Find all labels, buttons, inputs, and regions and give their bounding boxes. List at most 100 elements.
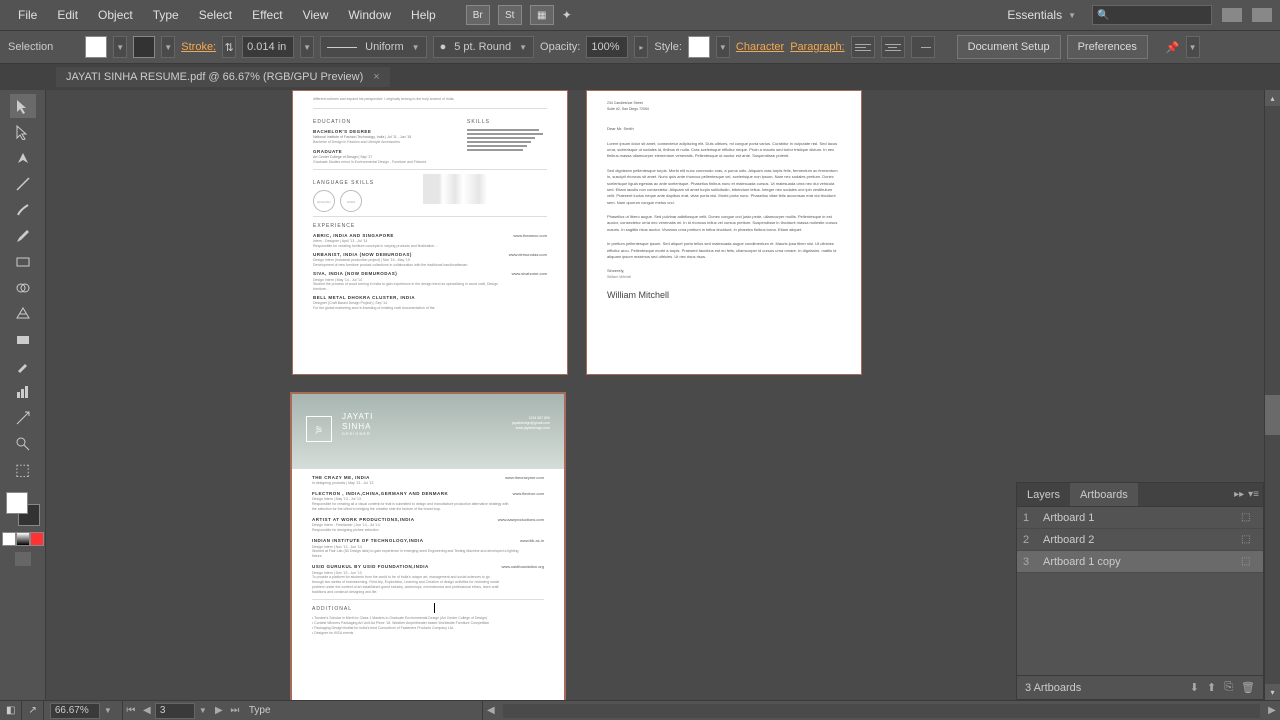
scroll-up-icon[interactable]: ▴ [1265,90,1280,106]
rectangle-tool[interactable] [10,250,36,274]
collapse-icon[interactable]: ▸▸ [1234,489,1244,500]
menu-file[interactable]: File [8,8,47,22]
delete-artboard-icon[interactable]: 🗑 [1241,681,1255,694]
menu-edit[interactable]: Edit [47,8,88,22]
stroke-dropdown[interactable]: ▼ [161,36,175,58]
hand-tool[interactable]: ⬚ [10,458,36,482]
align-left-button[interactable] [851,36,875,58]
pen-tool[interactable] [10,146,36,170]
artboard-row-1[interactable]: 1 Artboard 1 ⬚ [1017,507,1263,529]
artboard-2[interactable]: 234 Candleshoe StreetSuite #2, San Diego… [586,90,862,375]
menu-type[interactable]: Type [143,8,189,22]
graph-tool[interactable] [10,380,36,404]
menu-object[interactable]: Object [88,8,143,22]
artboard-options-icon[interactable]: ⬚ [1241,556,1257,567]
artboard-3[interactable]: ʃs JAYATI SINHA DESIGNER 1234 567 890jay… [290,392,566,700]
gradient-mode-icon[interactable] [16,532,30,546]
style-swatch[interactable] [688,36,710,58]
panel-menu-icon[interactable]: ▾≡ [1248,489,1259,500]
gpu-icon[interactable]: ✦ [562,8,572,22]
fill-dropdown[interactable]: ▼ [113,36,127,58]
export-icon[interactable]: ↗ [22,701,43,720]
paragraph-link[interactable]: Paragraph: [790,41,844,53]
fill-swatch[interactable] [85,36,107,58]
workspace-dropdown[interactable]: Essentials ▼ [999,8,1084,22]
prev-artboard-button[interactable]: ◀ [139,705,155,716]
menu-window[interactable]: Window [338,8,401,22]
close-tab-icon[interactable]: × [373,71,379,83]
search-input[interactable]: 🔍 [1092,5,1212,25]
none-mode-icon[interactable] [30,532,44,546]
brush-select[interactable]: ● 5 pt. Round ▼ [433,36,534,58]
menu-select[interactable]: Select [189,8,242,22]
foreground-swatch[interactable] [6,492,28,514]
more-options-dropdown[interactable]: ▼ [1186,36,1200,58]
color-mode-icon[interactable] [2,532,16,546]
brush-tool[interactable] [10,198,36,222]
menu-effect[interactable]: Effect [242,8,292,22]
document-setup-button[interactable]: Document Setup [957,35,1061,59]
stroke-weight-input[interactable] [242,36,294,58]
perspective-tool[interactable] [10,302,36,326]
artboard-row-2[interactable]: 2 Artboard 2 ⬚ [1017,529,1263,551]
stock-icon[interactable]: St [498,5,522,25]
hscroll-right-icon[interactable]: ▶ [1264,705,1280,716]
bridge-icon[interactable]: Br [466,5,490,25]
stroke-profile-select[interactable]: Uniform ▼ [320,36,426,58]
minimize-button[interactable] [1222,8,1242,22]
layers-tab[interactable]: Layers [1017,483,1070,506]
gradient-tool[interactable] [10,328,36,352]
move-up-icon[interactable]: ⬆ [1207,681,1216,694]
menu-help[interactable]: Help [401,8,446,22]
scroll-down-icon[interactable]: ▾ [1265,684,1280,700]
direct-selection-tool[interactable] [10,120,36,144]
maximize-button[interactable] [1252,8,1272,22]
hscroll-left-icon[interactable]: ◀ [483,705,499,716]
color-swatches[interactable] [6,492,40,526]
stroke-stepper[interactable]: ⇅ [222,36,236,58]
first-artboard-button[interactable]: ⏮ [123,705,139,716]
artboard-row-3[interactable]: 3 Artboard 1 copy ⬚ [1017,551,1263,573]
slice-tool[interactable] [10,406,36,430]
move-down-icon[interactable]: ⬇ [1190,681,1199,694]
scroll-thumb[interactable] [1265,395,1280,435]
selection-tool[interactable] [10,94,36,118]
artboard-number-input[interactable] [155,703,195,719]
next-artboard-button[interactable]: ▶ [211,705,227,716]
stroke-swatch[interactable] [133,36,155,58]
artboard-dropdown[interactable]: ▼ [195,706,211,715]
menu-view[interactable]: View [293,8,339,22]
document-tab[interactable]: JAYATI SINHA RESUME.pdf @ 66.67% (RGB/GP… [56,67,390,87]
zoom-input[interactable] [50,703,100,719]
style-dropdown[interactable]: ▼ [716,36,730,58]
type-select[interactable]: Type [243,701,483,720]
artboards-tab[interactable]: Artboards [1070,483,1138,506]
pin-icon[interactable]: 📌 [1166,41,1180,54]
line-tool[interactable] [10,172,36,196]
character-link[interactable]: Character [736,41,784,53]
artboard-options-icon[interactable]: ⬚ [1241,534,1257,545]
artboard-options-icon[interactable]: ⬚ [1241,512,1257,523]
arrange-icon[interactable]: ▦ [530,5,554,25]
vertical-scrollbar[interactable]: ▴ ▾ [1264,90,1280,700]
screen-mode-icon[interactable] [15,552,31,566]
opacity-dropdown[interactable]: ▸ [634,36,648,58]
search-icon: 🔍 [1097,10,1109,21]
zoom-tool[interactable] [10,432,36,456]
preferences-button[interactable]: Preferences [1067,35,1148,59]
stroke-weight-dropdown[interactable]: ▼ [300,36,314,58]
align-right-button[interactable] [911,36,935,58]
align-center-button[interactable] [881,36,905,58]
opacity-input[interactable] [586,36,628,58]
new-artboard-icon[interactable]: ⎘ [1224,681,1233,694]
eyedropper-tool[interactable] [10,354,36,378]
status-bar: ◧ ↗ ▼ ⏮ ◀ ▼ ▶ ⏭ Type ◀ ▶ [0,700,1280,720]
artboard-1[interactable]: different cultures and expand his perspe… [292,90,568,375]
pencil-tool[interactable] [10,224,36,248]
shape-builder-tool[interactable] [10,276,36,300]
stroke-label[interactable]: Stroke: [181,41,216,53]
last-artboard-button[interactable]: ⏭ [227,705,243,716]
horizontal-scrollbar[interactable] [503,704,1260,718]
zoom-dropdown[interactable]: ▼ [100,706,116,715]
gpu-preview-icon[interactable]: ◧ [0,701,22,720]
